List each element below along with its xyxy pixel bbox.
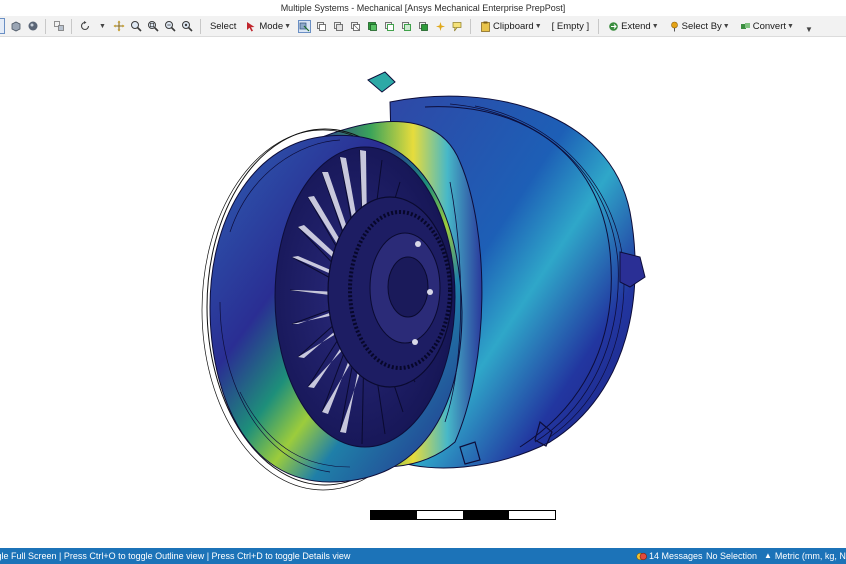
annotation-icon[interactable] (451, 20, 464, 33)
select-vertex-icon[interactable] (298, 19, 312, 33)
clipboard-button[interactable]: Clipboard ▼ (478, 18, 544, 35)
messages-count: 14 Messages (649, 551, 703, 561)
select-edge-icon[interactable] (315, 20, 328, 33)
select-element-icon[interactable] (400, 20, 413, 33)
pan-icon[interactable] (113, 20, 126, 33)
status-hint-text: toggle Full Screen | Press Ctrl+O to tog… (0, 551, 351, 561)
convert-icon (740, 21, 751, 32)
select-node-icon[interactable] (366, 20, 379, 33)
select-by-button[interactable]: Select By ▼ (667, 18, 732, 35)
box-zoom-icon[interactable] (147, 20, 160, 33)
toolbar-separator (45, 18, 46, 34)
graphics-toolbar: ▼ Select Mode ▼ Clipboard ▼ [Empty] Ex… (0, 16, 846, 37)
mode-button[interactable]: Mode ▼ (244, 18, 293, 35)
clipboard-icon (480, 21, 491, 32)
select-element-face-icon[interactable] (383, 20, 396, 33)
convert-button[interactable]: Convert ▼ (738, 18, 796, 35)
select-body-icon[interactable] (349, 20, 362, 33)
extend-button[interactable]: Extend ▼ (606, 18, 661, 35)
view-solid-icon[interactable] (26, 20, 39, 33)
toolbar-overflow-button[interactable] (0, 18, 5, 34)
engine-nacelle-contour-model[interactable] (190, 62, 660, 492)
cursor-icon (246, 21, 257, 32)
graphics-viewport[interactable] (0, 37, 846, 548)
rotate-dropdown-caret[interactable]: ▼ (96, 18, 108, 35)
units-caret-icon: ▲ (764, 551, 772, 560)
scale-bar-segment (509, 511, 555, 519)
scale-bar (370, 510, 556, 520)
explode-icon[interactable] (434, 20, 447, 33)
unit-system-label: Metric (mm, kg, N, (774, 551, 846, 561)
status-bar: toggle Full Screen | Press Ctrl+O to tog… (0, 548, 846, 564)
toolbar-separator (199, 18, 201, 34)
toolbar-separator (71, 18, 72, 34)
selection-status: No Selection (706, 551, 758, 561)
select-button[interactable]: Select (208, 18, 238, 35)
scale-bar-segment (417, 511, 463, 519)
toolbar-more-caret[interactable]: ▼ (802, 18, 815, 35)
toolbar-separator (598, 18, 600, 34)
magnifier-icon[interactable] (181, 20, 194, 33)
scale-bar-segment (463, 511, 509, 519)
unit-system-button[interactable]: ▲ Metric (mm, kg, N, (764, 548, 846, 564)
scale-bar-segment (371, 511, 417, 519)
select-mesh-icon[interactable] (417, 20, 430, 33)
rotate-icon[interactable] (78, 20, 91, 33)
view-box-icon[interactable] (9, 20, 22, 33)
wireframe-icon[interactable] (52, 20, 65, 33)
window-title: Multiple Systems - Mechanical [Ansys Mec… (0, 0, 846, 16)
messages-indicator[interactable]: 14 Messages (636, 548, 703, 564)
zoom-icon[interactable] (130, 20, 143, 33)
messages-icon (636, 551, 647, 562)
toolbar-separator (470, 18, 472, 34)
select-by-pin-icon (669, 21, 680, 32)
extend-icon (608, 21, 619, 32)
select-face-icon[interactable] (332, 20, 345, 33)
zoom-to-fit-icon[interactable] (164, 20, 177, 33)
clipboard-contents-label: [ Empty ] (551, 20, 590, 32)
